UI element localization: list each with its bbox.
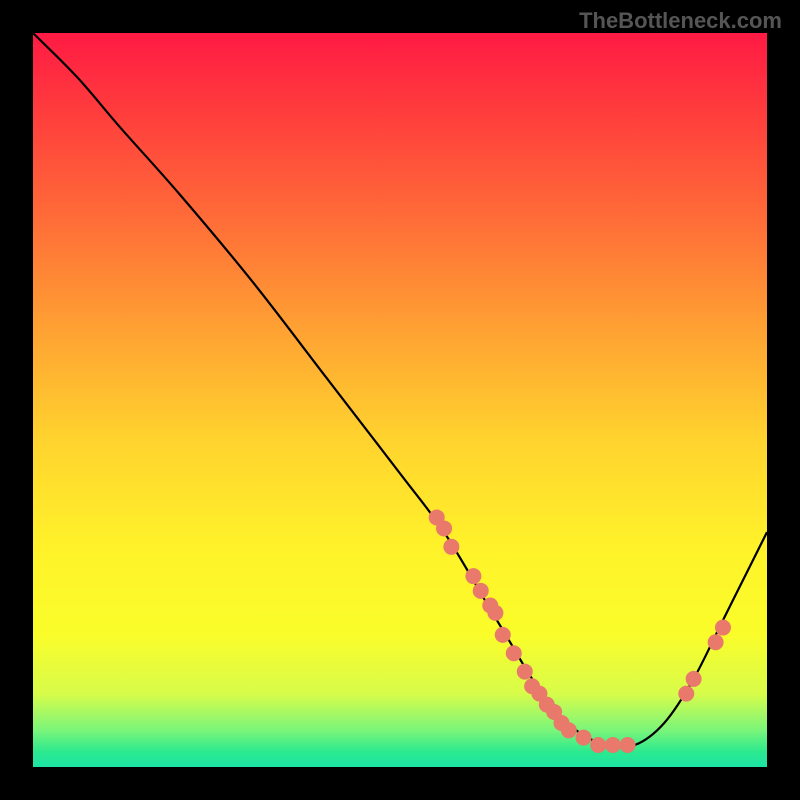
data-point bbox=[576, 730, 592, 746]
chart-svg bbox=[33, 33, 767, 767]
data-point bbox=[561, 722, 577, 738]
data-point bbox=[715, 620, 731, 636]
data-point bbox=[686, 671, 702, 687]
data-point bbox=[506, 645, 522, 661]
data-point bbox=[473, 583, 489, 599]
data-point bbox=[620, 737, 636, 753]
data-point bbox=[517, 664, 533, 680]
chart-plot-area bbox=[33, 33, 767, 767]
data-point bbox=[708, 634, 724, 650]
data-point bbox=[495, 627, 511, 643]
data-point bbox=[443, 539, 459, 555]
data-point bbox=[605, 737, 621, 753]
watermark-text: TheBottleneck.com bbox=[579, 8, 782, 34]
data-point bbox=[678, 686, 694, 702]
data-points bbox=[429, 509, 731, 753]
curve-line bbox=[33, 33, 767, 747]
data-point bbox=[436, 520, 452, 536]
data-point bbox=[590, 737, 606, 753]
data-point bbox=[465, 568, 481, 584]
data-point bbox=[487, 605, 503, 621]
